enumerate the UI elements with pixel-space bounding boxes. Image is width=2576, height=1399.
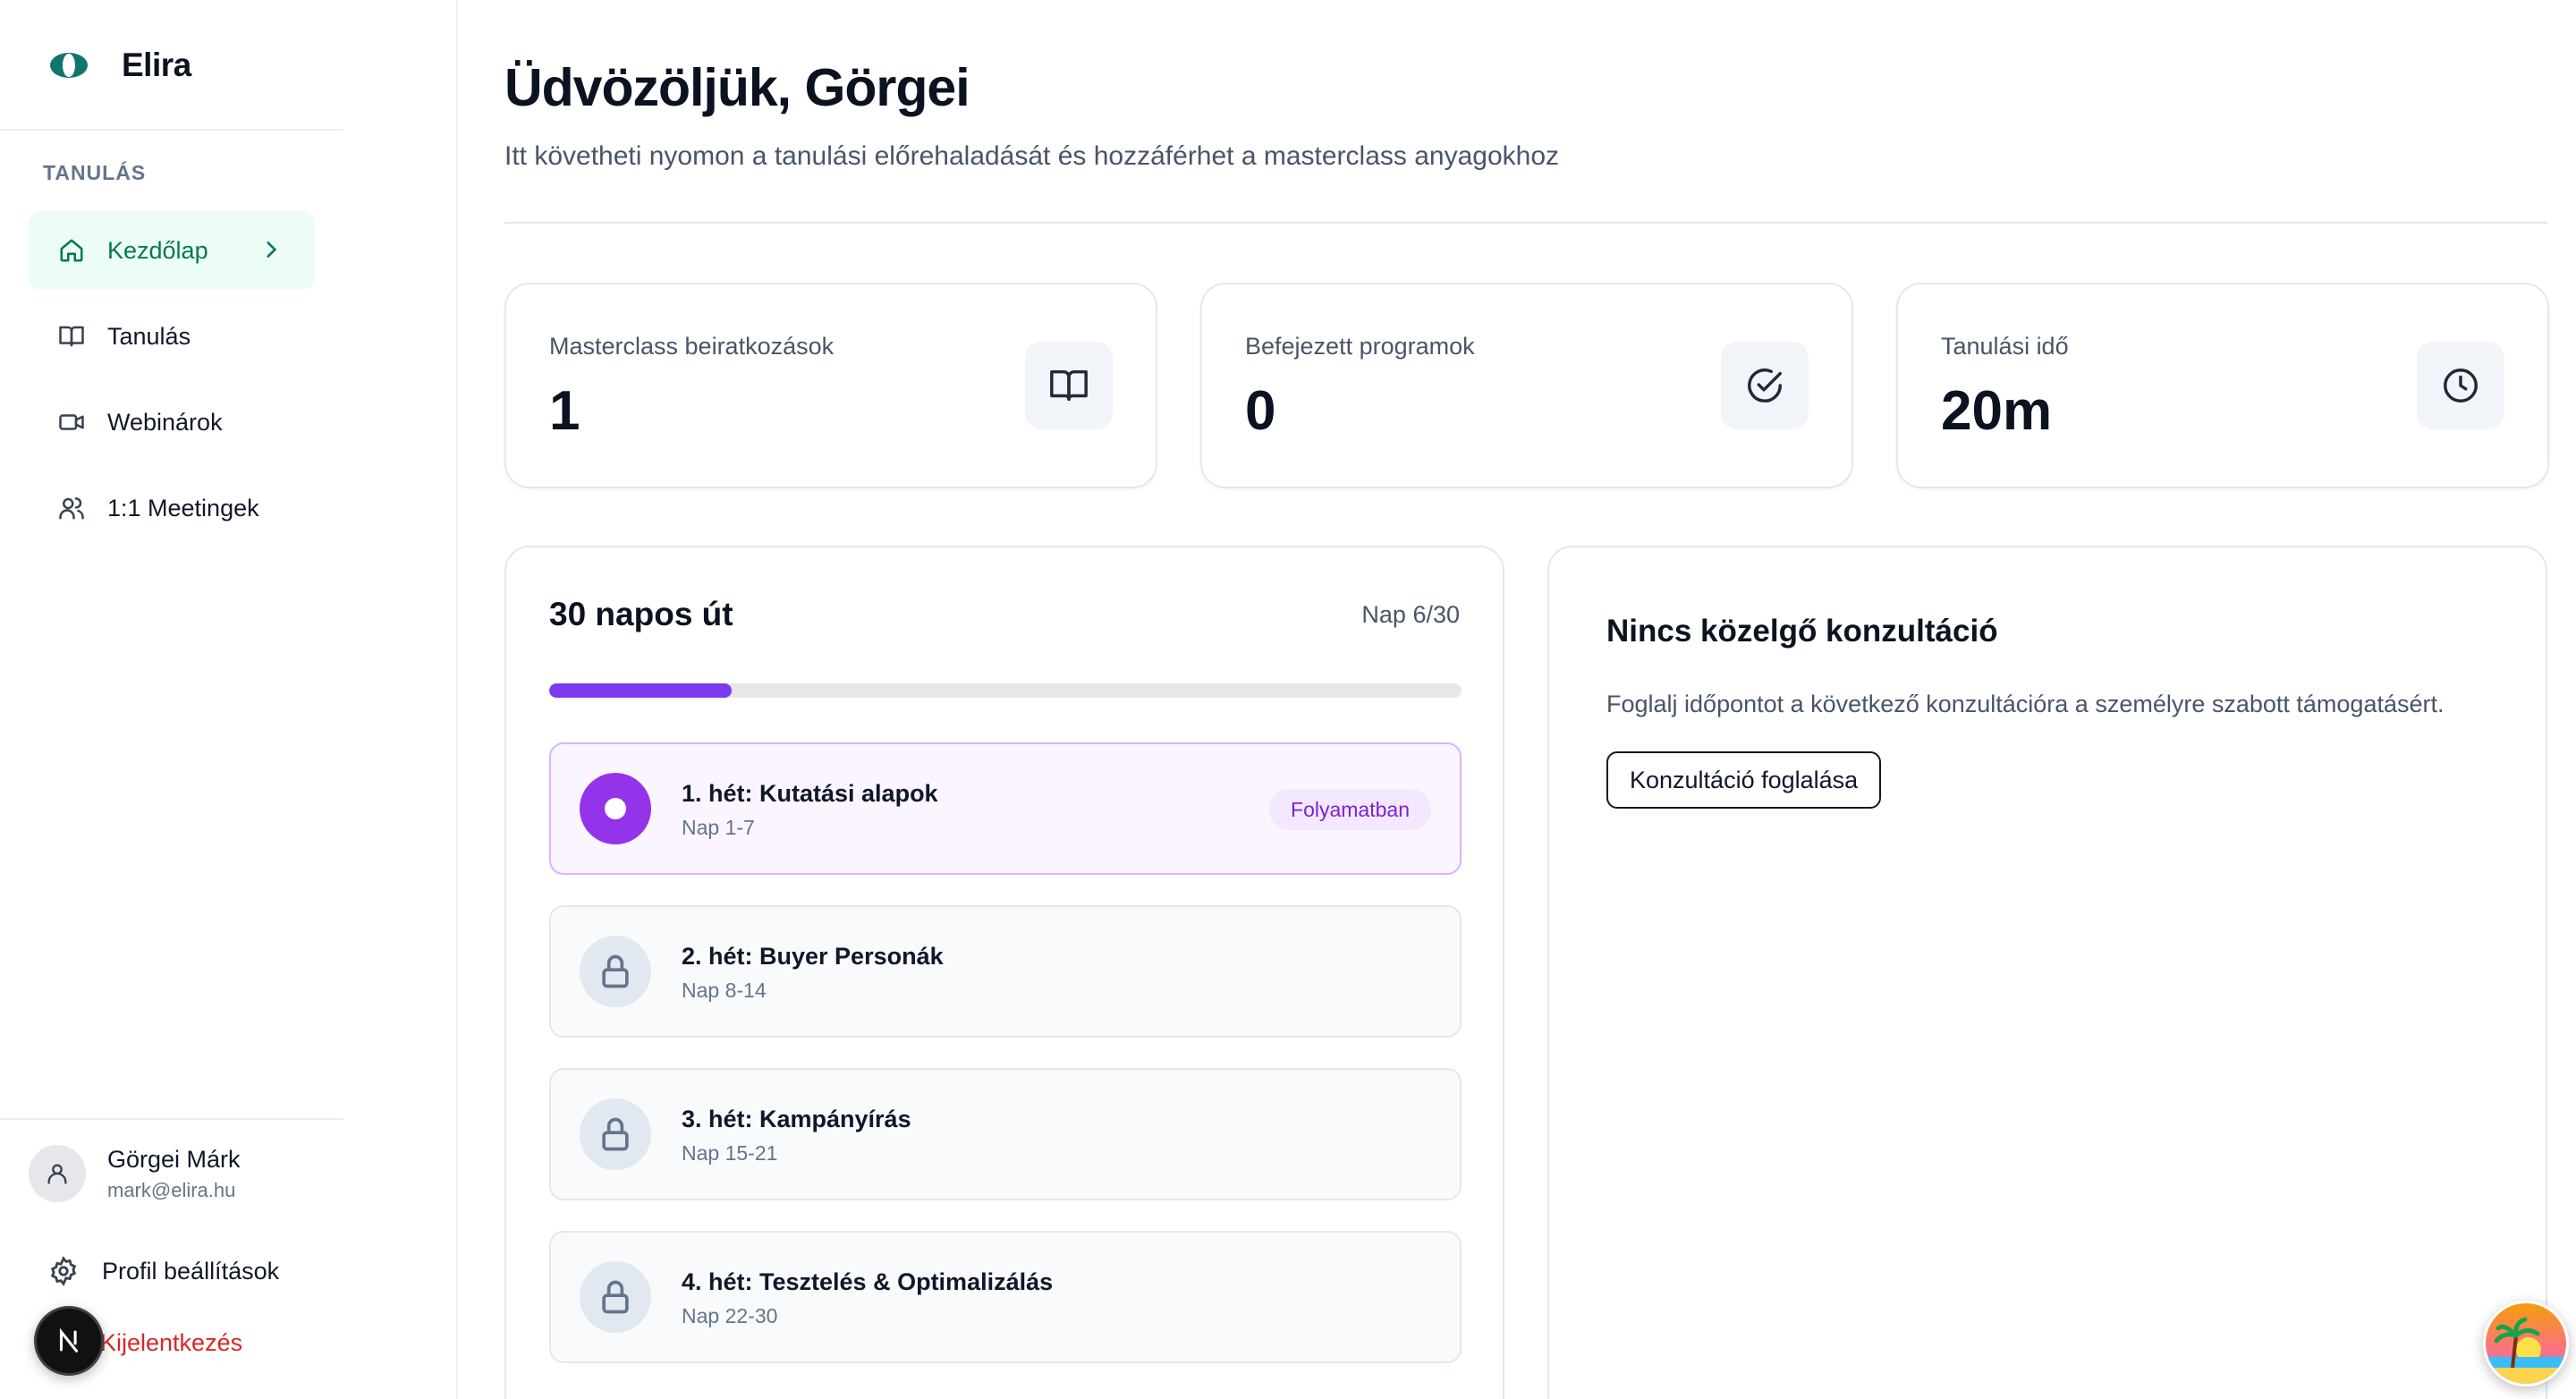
journey-progress-fill <box>549 683 732 698</box>
week-card-3[interactable]: 3. hét: Kampányírás Nap 15-21 <box>549 1068 1462 1200</box>
floating-assistant-avatar[interactable] <box>2483 1301 2569 1386</box>
book-open-icon <box>1025 342 1113 429</box>
sidebar-item-label: 1:1 Meetingek <box>107 494 259 521</box>
sidebar-item-label: Webinárok <box>107 408 223 436</box>
week-days: Nap 8-14 <box>682 979 767 1002</box>
consultation-text: Foglalj időpontot a következő konzultáci… <box>1606 691 2445 717</box>
profile-settings-link[interactable]: Profil beállítások <box>48 1256 279 1286</box>
week-days: Nap 22-30 <box>682 1304 778 1327</box>
consultation-title: Nincs közelgő konzultáció <box>1606 614 1998 649</box>
week-card-2[interactable]: 2. hét: Buyer Personák Nap 8-14 <box>549 905 1462 1038</box>
journey-day-counter: Nap 6/30 <box>1361 601 1460 628</box>
stat-label: Tanulási idő <box>1941 333 2069 360</box>
stat-value: 1 <box>549 380 580 442</box>
chevron-right-icon <box>267 242 277 258</box>
gear-icon <box>50 1256 77 1286</box>
status-badge: Folyamatban <box>1269 789 1431 830</box>
in-progress-dot-icon <box>580 773 651 844</box>
stat-card-enrollments: Masterclass beiratkozások 1 <box>504 283 1157 488</box>
sidebar-divider-bottom <box>0 1118 343 1120</box>
week-card-1[interactable]: 1. hét: Kutatási alapok Nap 1-7 Folyamat… <box>549 742 1462 875</box>
stat-card-completed: Befejezett programok 0 <box>1200 283 1853 488</box>
user-block[interactable]: Görgei Márk mark@elira.hu <box>29 1145 241 1202</box>
user-icon <box>47 1164 67 1184</box>
nextjs-devtools-icon[interactable] <box>34 1306 104 1376</box>
sidebar-section-label: TANULÁS <box>43 161 147 184</box>
week-title: 4. hét: Tesztelés & Optimalizálás <box>682 1268 1054 1295</box>
journey-title: 30 napos út <box>549 596 733 632</box>
sidebar-item-label: Tanulás <box>107 322 191 350</box>
avatar <box>29 1145 86 1202</box>
week-days: Nap 15-21 <box>682 1141 778 1165</box>
sidebar-item-tanulas[interactable]: Tanulás <box>29 297 315 376</box>
week-title: 3. hét: Kampányírás <box>682 1106 911 1132</box>
sidebar: Elira TANULÁS Kezdőlap Tanulás Webinárok… <box>0 0 458 1399</box>
user-email: mark@elira.hu <box>107 1178 236 1201</box>
user-name: Görgei Márk <box>107 1145 241 1173</box>
lock-icon <box>580 1098 651 1170</box>
journey-panel: 30 napos út Nap 6/30 1. hét: Kutatási al… <box>504 546 1504 1399</box>
sidebar-item-webinarok[interactable]: Webinárok <box>29 383 315 462</box>
stat-label: Befejezett programok <box>1245 333 1475 360</box>
consultation-panel: Nincs közelgő konzultáció Foglalj időpon… <box>1547 546 2547 1399</box>
logout-link[interactable]: Kijelentkezés <box>100 1329 242 1357</box>
stat-label: Masterclass beiratkozások <box>549 333 835 360</box>
sidebar-item-label: Kezdőlap <box>107 236 208 264</box>
week-card-4[interactable]: 4. hét: Tesztelés & Optimalizálás Nap 22… <box>549 1231 1462 1363</box>
video-icon <box>57 408 86 437</box>
book-open-icon <box>57 322 86 351</box>
sidebar-divider-top <box>0 129 343 131</box>
beach-icon <box>2486 1303 2566 1384</box>
journey-progress-bar <box>549 683 1462 698</box>
app-root: Elira TANULÁS Kezdőlap Tanulás Webinárok… <box>0 0 2576 1399</box>
clock-icon <box>2417 342 2504 429</box>
users-icon <box>57 494 86 522</box>
brand[interactable]: Elira <box>48 43 191 88</box>
header-divider <box>504 222 2547 224</box>
elira-logo-icon <box>50 53 88 78</box>
check-circle-icon <box>1721 342 1809 429</box>
lock-icon <box>580 936 651 1007</box>
week-days: Nap 1-7 <box>682 816 755 839</box>
book-consultation-button[interactable]: Konzultáció foglalása <box>1606 751 1882 809</box>
sidebar-item-meetingek[interactable]: 1:1 Meetingek <box>29 469 315 547</box>
week-title: 1. hét: Kutatási alapok <box>682 780 938 807</box>
stat-card-learning-time: Tanulási idő 20m <box>1896 283 2549 488</box>
page-subtitle: Itt követheti nyomon a tanulási előrehal… <box>504 141 1560 171</box>
stat-value: 0 <box>1245 380 1276 442</box>
week-title: 2. hét: Buyer Personák <box>682 943 944 970</box>
page-title: Üdvözöljük, Görgei <box>504 58 970 117</box>
brand-name: Elira <box>122 47 191 83</box>
home-icon <box>57 236 86 265</box>
stat-value: 20m <box>1941 380 2053 442</box>
lock-icon <box>580 1261 651 1333</box>
profile-settings-label: Profil beállítások <box>102 1257 280 1285</box>
sidebar-item-kezdolap[interactable]: Kezdőlap <box>29 211 315 290</box>
